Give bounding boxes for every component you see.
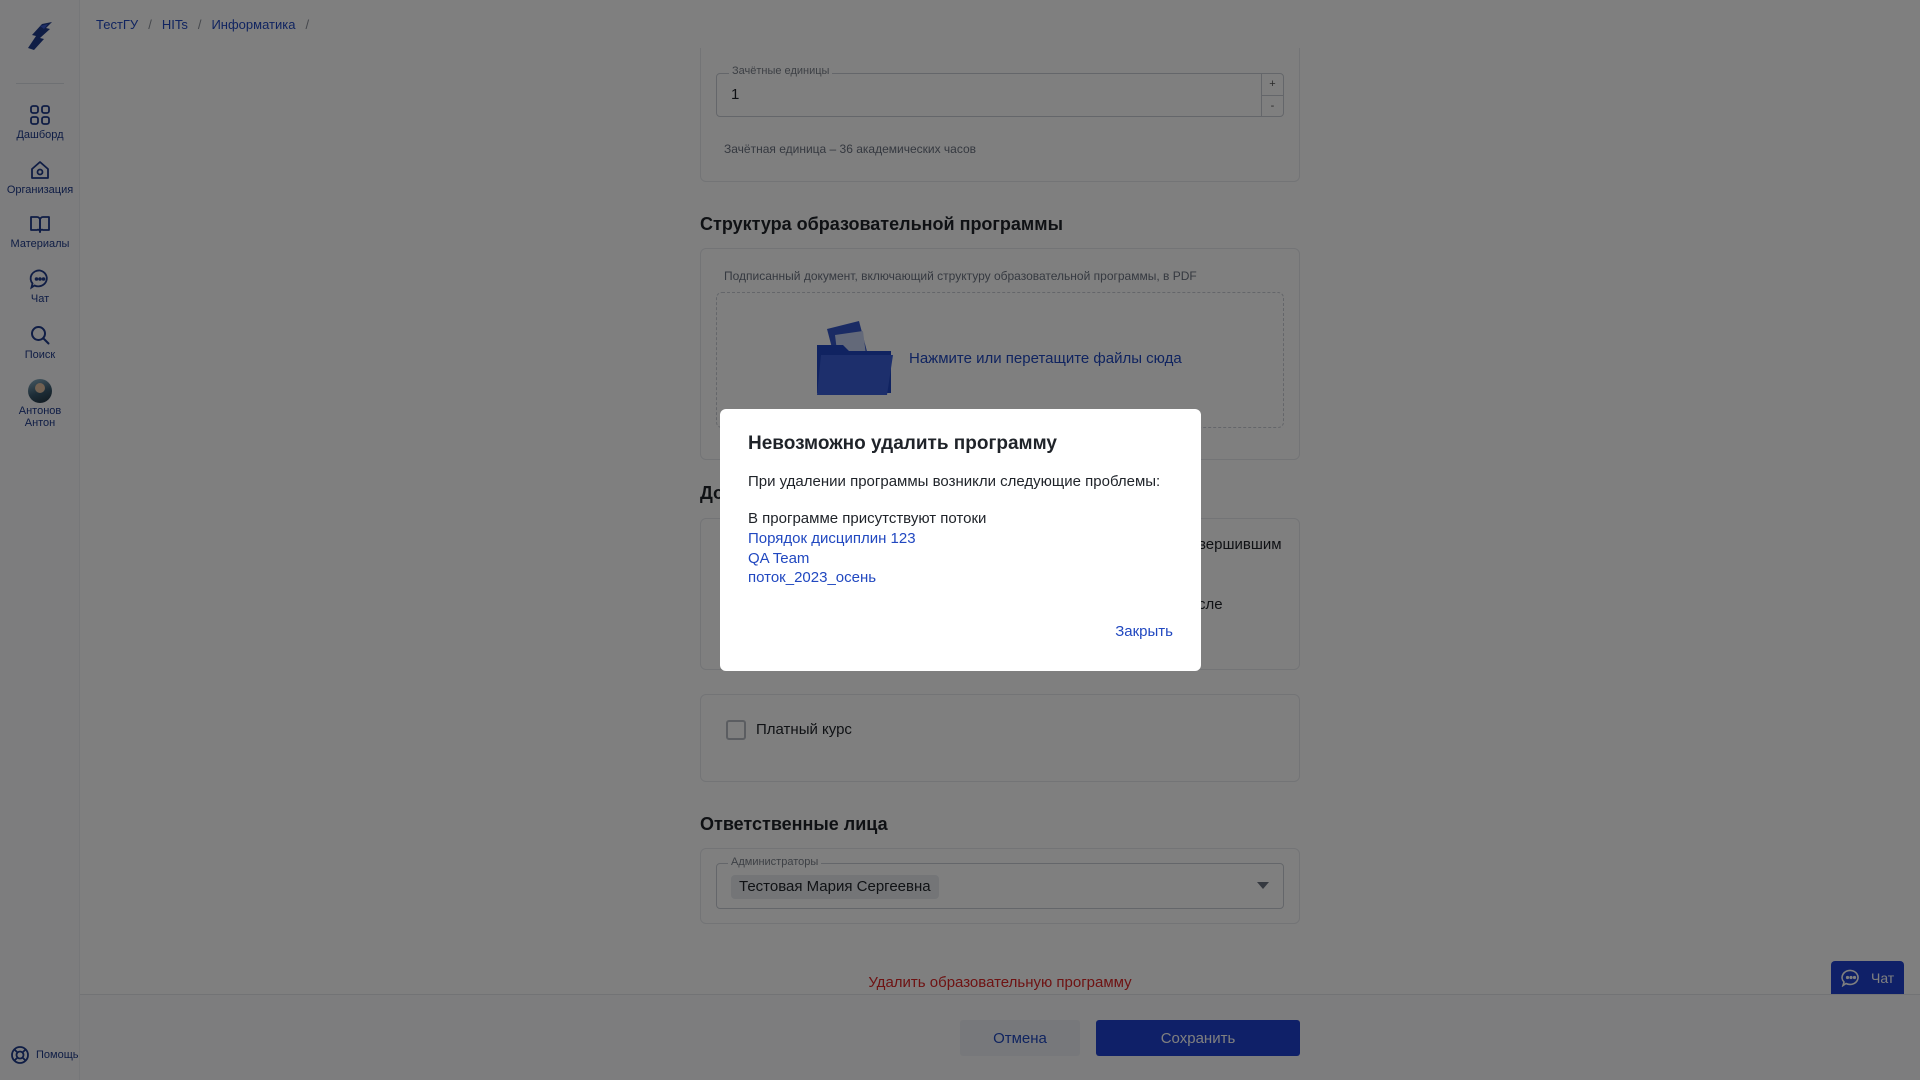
stream-link[interactable]: QA Team [748,549,916,569]
streams-list: Порядок дисциплин 123 QA Team поток_2023… [748,529,916,588]
dialog-problem: В программе присутствуют потоки [748,510,987,527]
error-dialog: Невозможно удалить программу При удалени… [720,409,1201,671]
stream-link[interactable]: поток_2023_осень [748,568,916,588]
close-button[interactable]: Закрыть [1115,623,1173,640]
dialog-message: При удалении программы возникли следующи… [748,473,1161,490]
dialog-title: Невозможно удалить программу [748,433,1057,454]
stream-link[interactable]: Порядок дисциплин 123 [748,529,916,549]
